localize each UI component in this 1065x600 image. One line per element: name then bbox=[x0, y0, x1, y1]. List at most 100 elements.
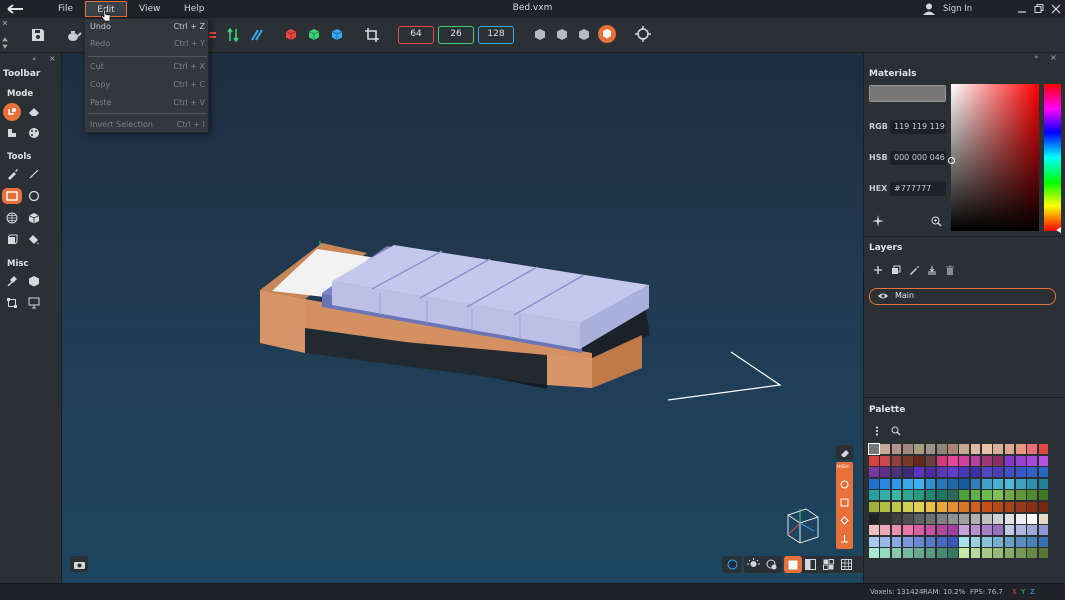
palette-swatch[interactable] bbox=[891, 502, 902, 513]
palette-swatch[interactable] bbox=[925, 478, 936, 489]
palette-swatch[interactable] bbox=[1015, 536, 1026, 547]
palette-swatch[interactable] bbox=[925, 525, 936, 536]
palette-swatch[interactable] bbox=[1015, 478, 1026, 489]
palette-swatch[interactable] bbox=[970, 444, 981, 455]
fill-tool-icon[interactable] bbox=[25, 231, 43, 249]
teapot-icon[interactable] bbox=[66, 28, 82, 42]
palette-swatch[interactable] bbox=[948, 455, 958, 466]
palette-swatch[interactable] bbox=[925, 467, 936, 478]
palette-swatch[interactable] bbox=[1004, 536, 1015, 547]
palette-swatch[interactable] bbox=[1027, 467, 1037, 478]
palette-swatch[interactable] bbox=[948, 478, 958, 489]
palette-swatch[interactable] bbox=[959, 444, 970, 455]
palette-swatch[interactable] bbox=[993, 513, 1004, 524]
color-picker-cursor[interactable] bbox=[948, 157, 955, 164]
dimension-z-field[interactable]: 128 bbox=[478, 26, 514, 44]
palette-swatch[interactable] bbox=[1027, 455, 1037, 466]
menu-item-cut[interactable]: Cut Ctrl + X bbox=[85, 59, 210, 75]
paint-mode-icon[interactable] bbox=[3, 124, 21, 142]
palette-swatch[interactable] bbox=[1038, 502, 1049, 513]
palette-swatch[interactable] bbox=[959, 513, 970, 524]
palette-menu-icon[interactable] bbox=[875, 426, 879, 436]
palette-swatch[interactable] bbox=[970, 513, 981, 524]
palette-swatch[interactable] bbox=[1027, 513, 1037, 524]
palette-swatch[interactable] bbox=[970, 502, 981, 513]
palette-swatch[interactable] bbox=[1004, 444, 1015, 455]
light-bulb-icon[interactable] bbox=[747, 558, 760, 571]
hex-field[interactable]: #777777 bbox=[890, 182, 946, 196]
cube-view-2-icon[interactable] bbox=[556, 28, 568, 41]
palette-swatch[interactable] bbox=[914, 467, 924, 478]
palette-swatch[interactable] bbox=[880, 525, 891, 536]
palette-swatch[interactable] bbox=[982, 467, 992, 478]
palette-swatch[interactable] bbox=[982, 444, 992, 455]
single-view-icon[interactable] bbox=[784, 556, 802, 573]
palette-swatch[interactable] bbox=[1038, 444, 1049, 455]
right-panel-expand-icon[interactable]: » bbox=[1034, 53, 1038, 61]
palette-swatch[interactable] bbox=[993, 548, 1004, 559]
save-icon[interactable] bbox=[31, 28, 45, 42]
palette-swatch[interactable] bbox=[970, 490, 981, 501]
current-color-swatch[interactable] bbox=[869, 85, 946, 102]
light-settings-icon[interactable] bbox=[765, 558, 778, 571]
palette-swatch[interactable] bbox=[970, 455, 981, 466]
palette-swatch[interactable] bbox=[982, 502, 992, 513]
palette-swatch[interactable] bbox=[1027, 444, 1037, 455]
brush-tool-icon[interactable] bbox=[3, 165, 21, 183]
palette-swatch[interactable] bbox=[869, 478, 879, 489]
palette-swatch[interactable] bbox=[914, 548, 924, 559]
menu-item-copy[interactable]: Copy Ctrl + C bbox=[85, 77, 210, 93]
palette-swatch[interactable] bbox=[936, 455, 947, 466]
palette-swatch[interactable] bbox=[869, 490, 879, 501]
merge-layer-icon[interactable] bbox=[927, 265, 937, 275]
palette-swatch[interactable] bbox=[902, 490, 913, 501]
grid-view-icon[interactable] bbox=[841, 559, 852, 570]
palette-swatch[interactable] bbox=[880, 455, 891, 466]
palette-swatch[interactable] bbox=[948, 490, 958, 501]
palette-swatch[interactable] bbox=[891, 467, 902, 478]
palette-swatch[interactable] bbox=[936, 513, 947, 524]
render-mode-icon[interactable] bbox=[598, 25, 616, 43]
palette-swatch[interactable] bbox=[902, 513, 913, 524]
palette-swatch[interactable] bbox=[880, 444, 891, 455]
menu-item-paste[interactable]: Paste Ctrl + V bbox=[85, 95, 210, 111]
palette-swatch[interactable] bbox=[1027, 478, 1037, 489]
green-cube-icon[interactable] bbox=[308, 28, 320, 41]
palette-swatch[interactable] bbox=[1038, 478, 1049, 489]
palette-swatch[interactable] bbox=[925, 502, 936, 513]
palette-swatch[interactable] bbox=[914, 502, 924, 513]
palette-swatch[interactable] bbox=[1038, 455, 1049, 466]
sphere-tool-icon[interactable] bbox=[25, 187, 43, 205]
palette-swatch[interactable] bbox=[1015, 455, 1026, 466]
palette-swatch[interactable] bbox=[993, 490, 1004, 501]
palette-swatch[interactable] bbox=[891, 548, 902, 559]
eraser-quick-icon[interactable] bbox=[836, 445, 853, 460]
red-cube-icon[interactable] bbox=[285, 28, 297, 41]
orientation-cube-icon[interactable] bbox=[780, 505, 820, 545]
target-icon[interactable] bbox=[635, 26, 651, 42]
panel-collapse-icon[interactable]: « bbox=[32, 55, 36, 63]
erase-mode-icon[interactable] bbox=[25, 103, 43, 121]
palette-swatch[interactable] bbox=[925, 548, 936, 559]
palette-swatch[interactable] bbox=[891, 478, 902, 489]
palette-swatch[interactable] bbox=[948, 525, 958, 536]
palette-swatch[interactable] bbox=[902, 455, 913, 466]
palette-swatch[interactable] bbox=[1015, 444, 1026, 455]
palette-zoom-icon[interactable] bbox=[891, 426, 901, 436]
palette-swatch[interactable] bbox=[1004, 502, 1015, 513]
palette-swatch[interactable] bbox=[891, 513, 902, 524]
palette-swatch[interactable] bbox=[1015, 490, 1026, 501]
palette-swatch[interactable] bbox=[982, 536, 992, 547]
palette-swatch[interactable] bbox=[1038, 490, 1049, 501]
palette-swatch[interactable] bbox=[914, 444, 924, 455]
crop-icon[interactable] bbox=[365, 28, 379, 42]
box-tool-icon[interactable] bbox=[2, 188, 22, 204]
quality-option-2-icon[interactable] bbox=[840, 498, 849, 507]
select-cube-icon[interactable] bbox=[25, 272, 43, 290]
palette-swatch[interactable] bbox=[948, 513, 958, 524]
palette-swatch[interactable] bbox=[959, 536, 970, 547]
palette-swatch[interactable] bbox=[1038, 513, 1049, 524]
palette-swatch[interactable] bbox=[869, 548, 879, 559]
palette-swatch[interactable] bbox=[1015, 467, 1026, 478]
palette-swatch[interactable] bbox=[891, 455, 902, 466]
